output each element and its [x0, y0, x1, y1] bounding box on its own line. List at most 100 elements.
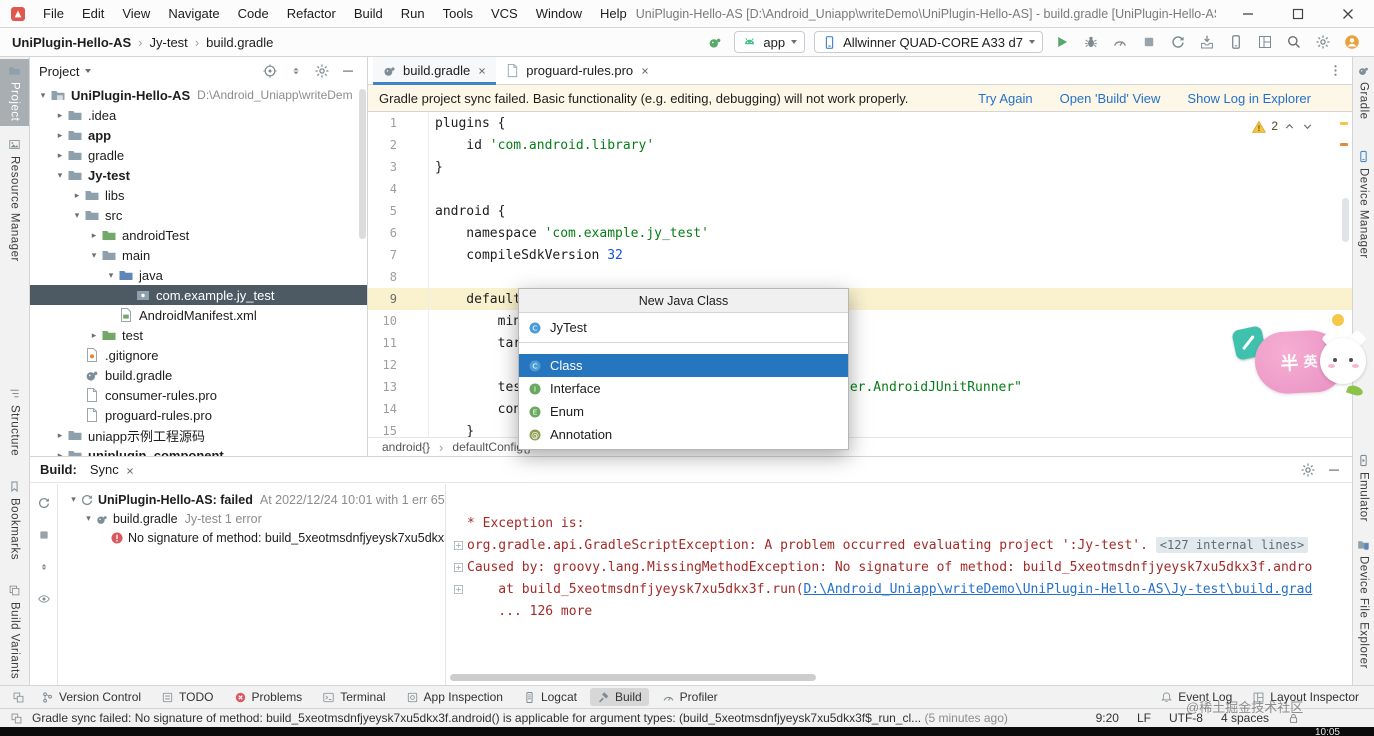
warning-stripe-mark[interactable] — [1340, 143, 1348, 146]
code-line[interactable]: 13 testInstrumentationRunner "androidx.t… — [368, 376, 1352, 398]
chevron-expanded-icon[interactable]: ▾ — [67, 494, 80, 505]
scrollbar[interactable] — [1342, 198, 1349, 242]
build-tree-node[interactable]: ▾ UniPlugin-Hello-AS: failed At 2022/12/24… — [59, 490, 445, 509]
chevron-collapsed-icon[interactable]: ▸ — [53, 150, 67, 161]
tool-windows-icon[interactable] — [10, 711, 23, 725]
debug-button[interactable] — [1081, 32, 1101, 52]
run-config-selector[interactable]: app — [734, 31, 806, 53]
banner-action-show-log-in-explorer[interactable]: Show Log in Explorer — [1187, 91, 1311, 106]
avd-manager-button[interactable] — [1226, 32, 1246, 52]
tree-node-libs[interactable]: ▸ libs — [30, 185, 367, 205]
chevron-expanded-icon[interactable]: ▾ — [104, 270, 118, 281]
sync-icon[interactable] — [34, 493, 54, 513]
search-button[interactable] — [1284, 32, 1304, 52]
layout-inspector-button[interactable] — [1255, 32, 1275, 52]
code-line[interactable]: 1 plugins { — [368, 112, 1352, 134]
tree-node-proguard-rules-pro[interactable]: proguard-rules.pro — [30, 405, 367, 425]
menu-tools[interactable]: Tools — [434, 6, 482, 21]
line-ending[interactable]: LF — [1137, 711, 1151, 725]
maximize-button[interactable] — [1290, 6, 1306, 22]
tree-node-main[interactable]: ▾ main — [30, 245, 367, 265]
tool-button-logcat[interactable]: Logcat — [516, 688, 584, 706]
tree-node-app[interactable]: ▸ app — [30, 125, 367, 145]
code-line[interactable]: 10 minSdkVersion 21 — [368, 310, 1352, 332]
tool-window-button-build-variants[interactable]: Build Variants — [0, 579, 29, 684]
tree-node-com-example-jy-test[interactable]: com.example.jy_test — [30, 285, 367, 305]
code-line[interactable]: 7 compileSdkVersion 32 — [368, 244, 1352, 266]
run-button[interactable] — [1052, 32, 1072, 52]
popup-item-annotation[interactable]: @ Annotation — [519, 423, 848, 446]
chevron-expanded-icon[interactable]: ▾ — [87, 250, 101, 261]
tool-button-profiler[interactable]: Profiler — [655, 688, 725, 706]
tree-node-test[interactable]: ▸ test — [30, 325, 367, 345]
avatar-button[interactable] — [1342, 32, 1362, 52]
tree-node-jy-test[interactable]: ▾ Jy-test — [30, 165, 367, 185]
menu-window[interactable]: Window — [527, 6, 591, 21]
code-line[interactable]: 11 targetSdkVersion 32 — [368, 332, 1352, 354]
chevron-collapsed-icon[interactable]: ▸ — [53, 430, 67, 441]
menu-refactor[interactable]: Refactor — [278, 6, 345, 21]
build-tab-sync[interactable]: Sync — [87, 457, 138, 483]
popup-item-interface[interactable]: I Interface — [519, 377, 848, 400]
chevron-collapsed-icon[interactable]: ▸ — [70, 190, 84, 201]
chevron-collapsed-icon[interactable]: ▸ — [87, 330, 101, 341]
popup-item-enum[interactable]: E Enum — [519, 400, 848, 423]
caret-position[interactable]: 9:20 — [1096, 711, 1119, 725]
menu-build[interactable]: Build — [345, 6, 392, 21]
tool-button-terminal[interactable]: Terminal — [315, 688, 392, 706]
collapse-icon[interactable] — [34, 557, 54, 577]
sdk-manager-button[interactable] — [1197, 32, 1217, 52]
tool-button-todo[interactable]: TODO — [154, 688, 220, 706]
menu-run[interactable]: Run — [392, 6, 434, 21]
more-options-icon[interactable] — [1319, 63, 1352, 78]
tree-node-consumer-rules-pro[interactable]: consumer-rules.pro — [30, 385, 367, 405]
chevron-collapsed-icon[interactable]: ▸ — [53, 130, 67, 141]
code-line[interactable]: 12 — [368, 354, 1352, 376]
expand-icon[interactable] — [450, 562, 467, 573]
tool-window-button-device-manager[interactable]: Device Manager — [1353, 145, 1374, 264]
tree-node-gradle[interactable]: ▸ gradle — [30, 145, 367, 165]
settings-icon[interactable] — [312, 63, 332, 79]
tree-node-uniplugin-hello-as[interactable]: ▾ UniPlugin-Hello-AS D:\Android_Uniapp\wri… — [30, 85, 367, 105]
eye-icon[interactable] — [34, 589, 54, 609]
code-line[interactable]: 2 id 'com.android.library' — [368, 134, 1352, 156]
code-line[interactable]: 4 — [368, 178, 1352, 200]
menu-file[interactable]: File — [34, 6, 73, 21]
tool-button-app-inspection[interactable]: App Inspection — [399, 688, 510, 706]
tool-button-build[interactable]: Build — [589, 688, 649, 706]
menu-vcs[interactable]: VCS — [482, 6, 527, 21]
previous-warning-icon[interactable] — [1283, 118, 1296, 133]
breadcrumb-build-gradle[interactable]: build.gradle — [206, 35, 273, 50]
build-tree-node[interactable]: ▾ build.gradle Jy-test 1 error — [59, 509, 445, 528]
code-line[interactable]: 5 android { — [368, 200, 1352, 222]
gradle-sync-icon[interactable] — [705, 32, 725, 52]
settings-button[interactable] — [1313, 32, 1333, 52]
code-line[interactable]: 6 namespace 'com.example.jy_test' — [368, 222, 1352, 244]
chevron-expanded-icon[interactable]: ▾ — [70, 210, 84, 221]
tool-button-version-control[interactable]: Version Control — [34, 688, 148, 706]
editor-tab-build-gradle[interactable]: build.gradle — [373, 56, 497, 85]
tree-node-uniapp示例工程源码[interactable]: ▸ uniapp示例工程源码 — [30, 425, 367, 445]
device-selector[interactable]: Allwinner QUAD-CORE A33 d7 — [814, 31, 1043, 53]
tool-window-button-gradle[interactable]: Gradle — [1353, 59, 1374, 125]
code-editor[interactable]: 1 plugins {2 id 'com.android.library' 3} 4 5… — [368, 112, 1352, 437]
warning-stripe-mark[interactable] — [1340, 122, 1348, 125]
tree-node-build-gradle[interactable]: build.gradle — [30, 365, 367, 385]
code-line[interactable]: 9 defaultConfig { — [368, 288, 1352, 310]
tool-window-button-project[interactable]: Project — [0, 59, 29, 127]
expand-icon[interactable] — [450, 584, 467, 595]
tree-node-androidmanifest-xml[interactable]: AndroidManifest.xml — [30, 305, 367, 325]
close-tab-icon[interactable] — [640, 66, 650, 76]
hide-panel-icon[interactable] — [1326, 461, 1342, 478]
status-message[interactable]: Gradle sync failed: No signature of meth… — [32, 711, 1075, 725]
editor-breadcrumb[interactable]: android{} — [382, 440, 430, 454]
close-tab-icon[interactable] — [125, 462, 135, 477]
horizontal-scrollbar[interactable] — [450, 674, 816, 681]
tree-node-androidtest[interactable]: ▸ androidTest — [30, 225, 367, 245]
menu-help[interactable]: Help — [591, 6, 636, 21]
expand-icon[interactable] — [450, 540, 467, 551]
stop-button[interactable] — [1139, 32, 1159, 52]
build-console[interactable]: * Exception is: org.gradle.api.GradleScri… — [445, 484, 1332, 686]
tool-button-problems[interactable]: Problems — [227, 688, 310, 706]
code-line[interactable]: 15 } — [368, 420, 1352, 438]
